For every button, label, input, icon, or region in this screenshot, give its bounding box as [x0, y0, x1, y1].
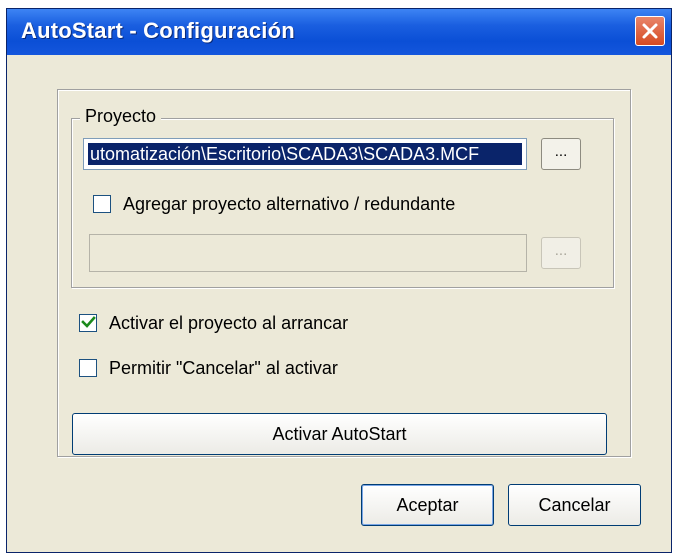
alt-project-row[interactable]: Agregar proyecto alternativo / redundant…: [93, 192, 455, 216]
browse-project-label: ...: [554, 143, 568, 160]
browse-alt-project-button[interactable]: ...: [541, 237, 581, 269]
cancel-button[interactable]: Cancelar: [508, 484, 641, 526]
cancel-label: Cancelar: [538, 494, 611, 515]
activate-on-start-row[interactable]: Activar el proyecto al arrancar: [79, 311, 348, 335]
close-button[interactable]: [635, 16, 665, 46]
browse-project-button[interactable]: ...: [541, 138, 581, 170]
allow-cancel-label: Permitir "Cancelar" al activar: [109, 357, 338, 378]
alt-project-label: Agregar proyecto alternativo / redundant…: [123, 193, 456, 214]
activate-on-start-checkbox[interactable]: [79, 314, 97, 332]
activate-autostart-button[interactable]: Activar AutoStart: [72, 413, 607, 455]
allow-cancel-checkbox[interactable]: [79, 359, 97, 377]
accept-button[interactable]: Aceptar: [361, 484, 494, 526]
activate-autostart-label: Activar AutoStart: [272, 423, 407, 444]
title-bar[interactable]: AutoStart - Configuración: [7, 9, 671, 55]
checkmark-icon: [81, 316, 96, 328]
close-icon: [642, 23, 658, 39]
project-path-input[interactable]: utomatización\Escritorio\SCADA3\SCADA3.M…: [83, 138, 527, 170]
allow-cancel-row[interactable]: Permitir "Cancelar" al activar: [79, 356, 338, 380]
browse-alt-project-label: ...: [554, 242, 568, 259]
window-title: AutoStart - Configuración: [21, 18, 295, 43]
alt-project-checkbox[interactable]: [93, 195, 111, 213]
activate-on-start-label: Activar el proyecto al arrancar: [109, 312, 349, 333]
alt-project-path-input[interactable]: [89, 234, 527, 272]
project-group-legend: Proyecto: [80, 106, 162, 127]
accept-label: Aceptar: [396, 494, 459, 515]
project-path-value: utomatización\Escritorio\SCADA3\SCADA3.M…: [88, 143, 522, 165]
